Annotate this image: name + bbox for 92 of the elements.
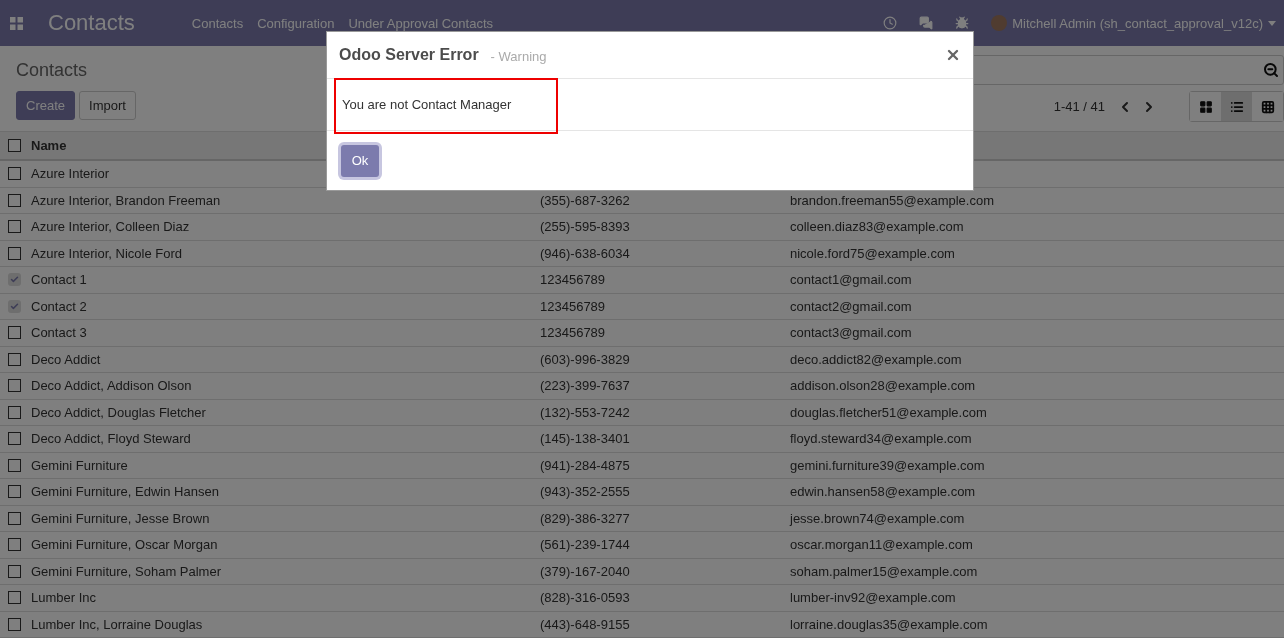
table-cell: floyd.steward34@example.com	[786, 426, 1284, 453]
table-cell: (561)-239-1744	[536, 532, 786, 559]
menu-item[interactable]: Under Approval Contacts	[348, 15, 493, 31]
table-cell: soham.palmer15@example.com	[786, 558, 1284, 585]
table-cell: Azure Interior, Colleen Diaz	[27, 214, 536, 241]
table-cell: Lumber Inc	[27, 585, 536, 612]
checkbox[interactable]	[8, 246, 21, 260]
search-icon[interactable]	[1263, 62, 1279, 78]
pager: 1-41 / 41	[1053, 99, 1105, 114]
checkbox[interactable]	[8, 538, 21, 552]
checkbox[interactable]	[8, 511, 21, 525]
list-icon	[1229, 99, 1244, 114]
table-cell: Lumber Inc, Lorraine Douglas	[27, 611, 536, 638]
checkbox[interactable]	[8, 617, 21, 631]
table-cell: 123456789	[536, 320, 786, 347]
table-cell: (828)-316-0593	[536, 585, 786, 612]
table-cell: jesse.brown74@example.com	[786, 505, 1284, 532]
table-cell: (379)-167-2040	[536, 558, 786, 585]
checkbox[interactable]	[8, 405, 21, 419]
table-cell: (829)-386-3277	[536, 505, 786, 532]
table-cell: Gemini Furniture, Jesse Brown	[27, 505, 536, 532]
table-cell: (943)-352-2555	[536, 479, 786, 506]
table-cell: Gemini Furniture, Oscar Morgan	[27, 532, 536, 559]
table-cell: oscar.morgan11@example.com	[786, 532, 1284, 559]
table-cell: (443)-648-9155	[536, 611, 786, 638]
caret-icon	[1268, 20, 1276, 26]
table-cell: Deco Addict, Floyd Steward	[27, 426, 536, 453]
table-cell: 123456789	[536, 267, 786, 294]
ok-button[interactable]: Ok	[341, 144, 379, 177]
checkbox[interactable]	[8, 458, 21, 472]
table-cell: douglas.fletcher51@example.com	[786, 399, 1284, 426]
breadcrumb: Contacts	[16, 59, 89, 81]
kanban-icon	[1198, 99, 1213, 114]
checkbox[interactable]	[8, 326, 21, 340]
table-cell: Azure Interior, Nicole Ford	[27, 240, 536, 267]
checkbox[interactable]	[8, 220, 21, 234]
table-cell: lorraine.douglas35@example.com	[786, 611, 1284, 638]
table-cell: (145)-138-3401	[536, 426, 786, 453]
table-cell: contact3@gmail.com	[786, 320, 1284, 347]
table-cell: (603)-996-3829	[536, 346, 786, 373]
table-cell: (941)-284-4875	[536, 452, 786, 479]
checkbox[interactable]	[8, 379, 21, 393]
error-message: You are not Contact Manager	[342, 97, 512, 112]
table-cell: Deco Addict, Addison Olson	[27, 373, 536, 400]
bug-icon[interactable]	[955, 16, 970, 30]
menu-item[interactable]: Contacts	[191, 15, 244, 31]
checkbox[interactable]	[8, 564, 21, 578]
checkbox[interactable]	[8, 273, 21, 287]
checkbox[interactable]	[8, 591, 21, 605]
table-cell: nicole.ford75@example.com	[786, 240, 1284, 267]
checkbox[interactable]	[8, 485, 21, 499]
app-title: Contacts	[48, 10, 135, 36]
table-cell: Gemini Furniture, Soham Palmer	[27, 558, 536, 585]
table-cell: 123456789	[536, 293, 786, 320]
checkbox[interactable]	[8, 432, 21, 446]
checkbox[interactable]	[8, 352, 21, 366]
table-cell: contact1@gmail.com	[786, 267, 1284, 294]
table-cell: lumber-inv92@example.com	[786, 585, 1284, 612]
close-button[interactable]	[945, 47, 961, 63]
checkbox[interactable]	[8, 299, 21, 313]
table-cell: Contact 3	[27, 320, 536, 347]
chat-icon[interactable]	[919, 16, 934, 30]
menu-item[interactable]: Configuration	[257, 15, 335, 31]
apps-icon[interactable]	[10, 16, 23, 30]
table-cell: (946)-638-6034	[536, 240, 786, 267]
view-button[interactable]	[1221, 92, 1252, 121]
avatar	[991, 15, 1008, 31]
checkbox[interactable]	[8, 167, 21, 181]
table-cell: Gemini Furniture, Edwin Hansen	[27, 479, 536, 506]
table-cell: deco.addict82@example.com	[786, 346, 1284, 373]
table-cell: Deco Addict, Douglas Fletcher	[27, 399, 536, 426]
dialog-title: Odoo Server Error	[339, 46, 479, 64]
table-cell: gemini.furniture39@example.com	[786, 452, 1284, 479]
user-menu[interactable]: Mitchell Admin (sh_contact_approval_v12c)	[991, 15, 1276, 31]
checkbox[interactable]	[8, 193, 21, 207]
dialog-subtitle: - Warning	[490, 49, 547, 64]
table-cell: Gemini Furniture	[27, 452, 536, 479]
grid-icon	[1260, 99, 1275, 114]
table-cell: Contact 2	[27, 293, 536, 320]
table-cell: edwin.hansen58@example.com	[786, 479, 1284, 506]
create-button[interactable]: Create	[16, 91, 76, 120]
table-cell: (255)-595-8393	[536, 214, 786, 241]
table-cell: (223)-399-7637	[536, 373, 786, 400]
table-cell: Contact 1	[27, 267, 536, 294]
table-cell: (132)-553-7242	[536, 399, 786, 426]
import-button[interactable]: Import	[79, 91, 136, 120]
table-cell: Deco Addict	[27, 346, 536, 373]
table-cell: contact2@gmail.com	[786, 293, 1284, 320]
checkbox[interactable]	[8, 139, 21, 152]
table-cell: colleen.diaz83@example.com	[786, 214, 1284, 241]
clock-icon[interactable]	[883, 16, 898, 30]
table-cell: addison.olson28@example.com	[786, 373, 1284, 400]
